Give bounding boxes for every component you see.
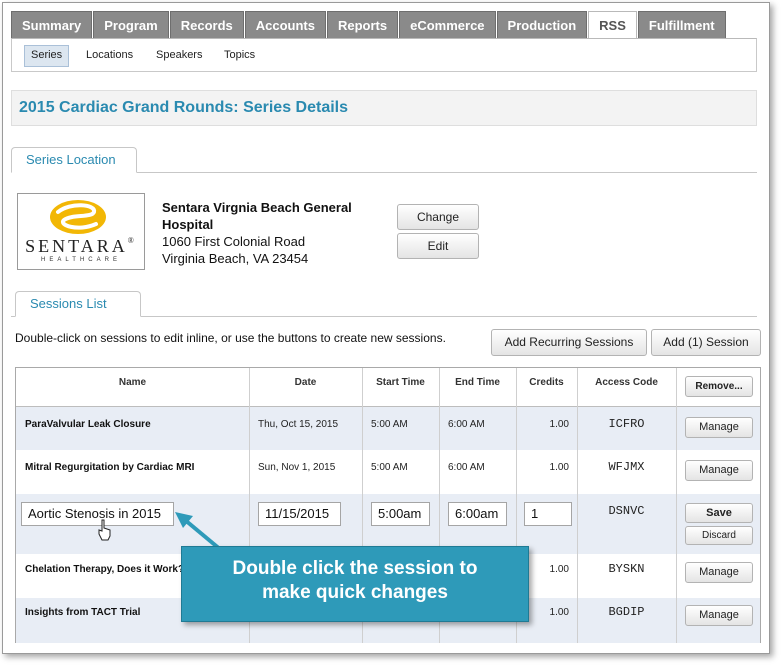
sentara-logo: SENTARA® HEALTHCARE: [17, 193, 145, 270]
page-title-bar: 2015 Cardiac Grand Rounds: Series Detail…: [11, 90, 757, 126]
tab-program[interactable]: Program: [93, 11, 169, 38]
subtab-series[interactable]: Series: [24, 45, 70, 67]
remove-sessions-button[interactable]: Remove...: [685, 376, 753, 397]
sub-navigation: Series Locations Speakers Topics: [11, 38, 757, 72]
session-date: Sun, Nov 1, 2015: [258, 462, 336, 473]
session-end: 6:00 AM: [448, 419, 485, 430]
column-header-start-time[interactable]: Start Time: [362, 368, 439, 406]
subtab-speakers[interactable]: Speakers: [150, 45, 208, 65]
tab-ecommerce[interactable]: eCommerce: [399, 11, 496, 38]
session-access-code: BYSKN: [608, 562, 645, 576]
logo-subtitle: HEALTHCARE: [41, 257, 121, 263]
session-credits: 1.00: [549, 419, 569, 430]
subtab-locations[interactable]: Locations: [80, 45, 139, 65]
mouse-cursor-icon: [98, 519, 111, 541]
logo-wordmark: SENTARA: [25, 236, 128, 256]
sessions-list-tab[interactable]: Sessions List: [15, 291, 141, 317]
main-tabs: Summary Program Records Accounts Reports…: [11, 11, 727, 39]
location-name: Sentara Virgnia Beach General Hospital: [162, 200, 352, 232]
session-name: Insights from TACT Trial: [25, 607, 141, 618]
manage-session-button[interactable]: Manage: [685, 417, 753, 438]
tab-accounts[interactable]: Accounts: [244, 11, 326, 38]
session-name: ParaValvular Leak Closure: [25, 419, 151, 430]
change-location-button[interactable]: Change: [397, 204, 479, 230]
column-header-end-time[interactable]: End Time: [439, 368, 516, 406]
location-address: Sentara Virgnia Beach General Hospital 1…: [162, 199, 382, 267]
discard-session-button[interactable]: Discard: [685, 526, 753, 545]
session-access-code: ICFRO: [608, 417, 645, 431]
manage-session-button[interactable]: Manage: [685, 562, 753, 583]
tab-fulfillment[interactable]: Fulfillment: [637, 11, 726, 38]
session-date: Thu, Oct 15, 2015: [258, 419, 339, 430]
session-access-code: BGDIP: [608, 605, 645, 619]
session-start: 5:00 AM: [371, 419, 408, 430]
session-end-input[interactable]: 6:00am: [448, 502, 507, 526]
tab-production[interactable]: Production: [496, 11, 588, 38]
column-header-credits[interactable]: Credits: [516, 368, 577, 406]
page-title: 2015 Cardiac Grand Rounds: Series Detail…: [19, 99, 349, 116]
session-name: Mitral Regurgitation by Cardiac MRI: [25, 462, 195, 473]
sessions-instructions: Double-click on sessions to edit inline,…: [15, 331, 446, 345]
add-session-button[interactable]: Add (1) Session: [651, 329, 761, 356]
callout-line-2: make quick changes: [262, 582, 448, 603]
callout-text: Double click the session to make quick c…: [182, 557, 528, 605]
column-divider: [676, 368, 677, 643]
manage-session-button[interactable]: Manage: [685, 605, 753, 626]
add-recurring-sessions-button[interactable]: Add Recurring Sessions: [491, 329, 647, 356]
session-date-input[interactable]: 11/15/2015: [258, 502, 341, 526]
edit-location-button[interactable]: Edit: [397, 233, 479, 259]
session-access-code: DSNVC: [608, 504, 645, 518]
column-header-date[interactable]: Date: [249, 368, 362, 406]
session-credits: 1.00: [549, 462, 569, 473]
series-location-tab[interactable]: Series Location: [11, 147, 137, 173]
address-line-1: 1060 First Colonial Road: [162, 234, 306, 249]
column-header-name[interactable]: Name: [16, 368, 249, 406]
tab-rss[interactable]: RSS: [588, 11, 637, 39]
address-line-2: Virginia Beach, VA 23454: [162, 251, 309, 266]
header-divider: [16, 406, 760, 407]
tip-callout: Double click the session to make quick c…: [181, 546, 529, 622]
session-access-code: WFJMX: [608, 460, 645, 474]
session-start-input[interactable]: 5:00am: [371, 502, 430, 526]
subtab-topics[interactable]: Topics: [218, 45, 261, 65]
save-session-button[interactable]: Save: [685, 503, 753, 523]
column-header-access-code[interactable]: Access Code: [577, 368, 676, 406]
tab-summary[interactable]: Summary: [11, 11, 93, 38]
app-window: Summary Program Records Accounts Reports…: [2, 2, 770, 654]
session-start: 5:00 AM: [371, 462, 408, 473]
callout-line-1: Double click the session to: [232, 558, 478, 579]
session-credits-input[interactable]: 1: [524, 502, 572, 526]
logo-registered-mark: ®: [127, 236, 137, 245]
tab-records[interactable]: Records: [169, 11, 244, 38]
manage-session-button[interactable]: Manage: [685, 460, 753, 481]
tab-reports[interactable]: Reports: [326, 11, 399, 38]
session-name: Chelation Therapy, Does it Work?: [25, 564, 185, 575]
session-end: 6:00 AM: [448, 462, 485, 473]
